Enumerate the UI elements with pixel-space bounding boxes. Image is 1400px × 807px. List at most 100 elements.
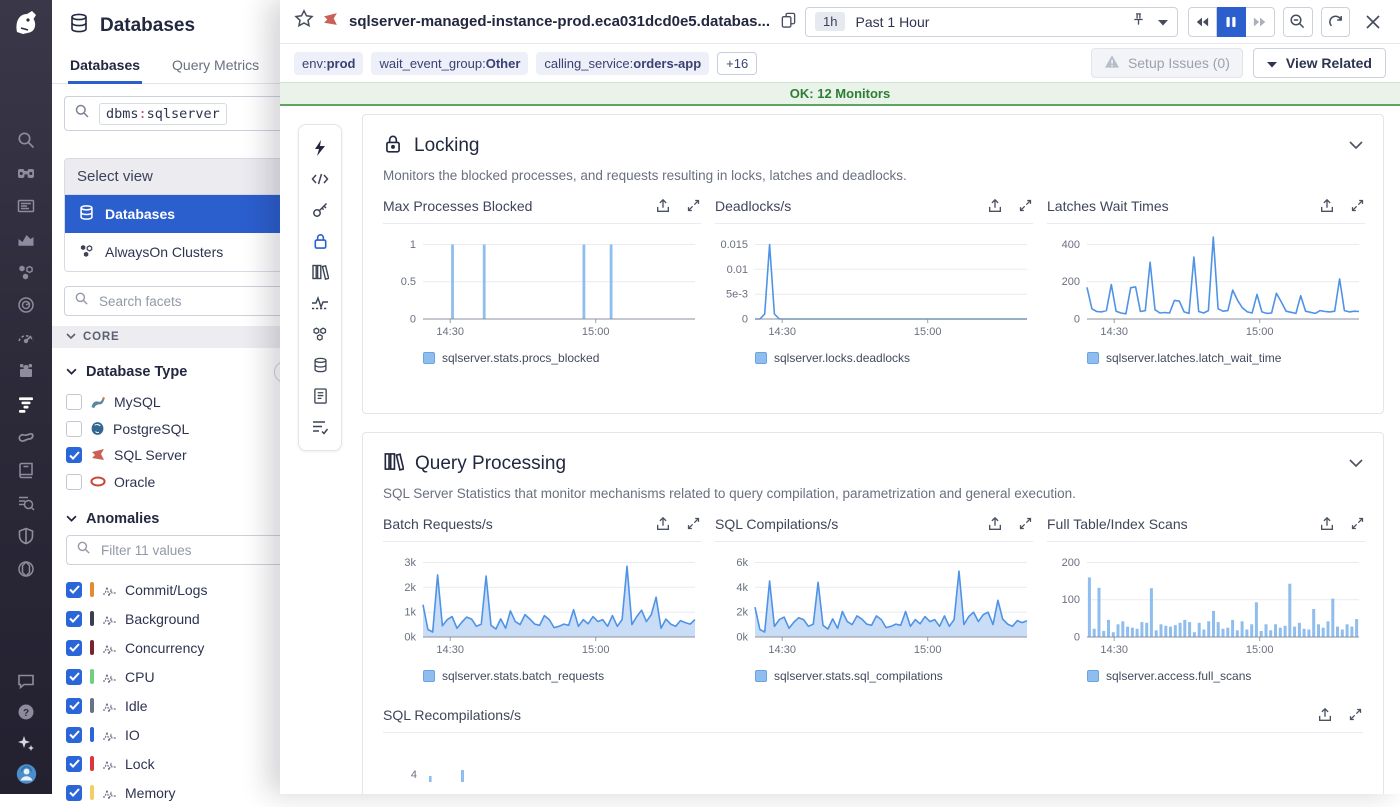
- view-related-button[interactable]: View Related: [1253, 48, 1386, 78]
- chart-legend[interactable]: sqlserver.stats.batch_requests: [423, 669, 701, 683]
- facet-option-postgresql[interactable]: PostgreSQL: [66, 416, 283, 443]
- facet-option-idle[interactable]: Idle: [66, 691, 283, 720]
- export-icon[interactable]: [987, 198, 1003, 214]
- monitors-status-banner[interactable]: OK: 12 Monitors: [280, 82, 1400, 106]
- facet-option-io[interactable]: IO: [66, 720, 283, 749]
- checkbox[interactable]: [66, 582, 82, 598]
- expand-icon[interactable]: [1018, 198, 1033, 214]
- refresh-icon[interactable]: [1321, 7, 1351, 37]
- view-option-alwayson-clusters[interactable]: AlwaysOn Clusters: [65, 233, 297, 271]
- datadog-logo-icon[interactable]: [11, 8, 41, 43]
- export-icon[interactable]: [1319, 516, 1335, 532]
- network-icon[interactable]: [16, 558, 37, 579]
- pause-button[interactable]: [1217, 7, 1246, 37]
- facet-option-memory[interactable]: Memory: [66, 778, 283, 807]
- checkbox[interactable]: [66, 785, 82, 801]
- database-icon[interactable]: [310, 355, 330, 375]
- library-icon[interactable]: [310, 262, 330, 282]
- synthetics-icon[interactable]: [16, 327, 37, 348]
- chart-plot[interactable]: 05e-30.010.01514:3015:00: [715, 227, 1033, 345]
- ci-icon[interactable]: [16, 294, 37, 315]
- facet-search-input[interactable]: [97, 293, 288, 310]
- code-icon[interactable]: [310, 169, 330, 189]
- metrics-icon[interactable]: [16, 228, 37, 249]
- checkbox[interactable]: [66, 756, 82, 772]
- copy-icon[interactable]: [780, 11, 797, 33]
- star-icon[interactable]: [294, 9, 314, 34]
- checkbox[interactable]: [66, 447, 82, 463]
- export-icon[interactable]: [655, 198, 671, 214]
- chart-plot[interactable]: 0k1k2k3k14:3015:00: [383, 545, 701, 663]
- more-tags-pill[interactable]: +16: [717, 52, 757, 75]
- chevron-down-icon[interactable]: [1349, 455, 1363, 473]
- export-icon[interactable]: [1319, 198, 1335, 214]
- facet-option-lock[interactable]: Lock: [66, 749, 283, 778]
- service-map-icon[interactable]: [16, 426, 37, 447]
- facet-option-oracle[interactable]: Oracle: [66, 469, 283, 496]
- export-icon[interactable]: [987, 516, 1003, 532]
- checkbox[interactable]: [66, 727, 82, 743]
- search-icon[interactable]: [16, 129, 37, 150]
- search-input[interactable]: dbms:sqlserver: [64, 96, 298, 131]
- tag-pill[interactable]: wait_event_group:Other: [371, 52, 528, 75]
- key-icon[interactable]: [310, 200, 330, 220]
- chart-legend[interactable]: sqlserver.latches.latch_wait_time: [1087, 351, 1365, 365]
- watchdog-icon[interactable]: [16, 162, 37, 183]
- facet-option-concurrency[interactable]: Concurrency: [66, 633, 283, 662]
- notebooks-icon[interactable]: [16, 459, 37, 480]
- facet-option-commit-logs[interactable]: Commit/Logs: [66, 575, 283, 604]
- zoom-out-button[interactable]: [1283, 7, 1313, 37]
- chart-plot-partial[interactable]: 4: [383, 736, 1365, 782]
- tab-query-metrics[interactable]: Query Metrics: [170, 49, 261, 83]
- checkbox[interactable]: [66, 611, 82, 627]
- expand-icon[interactable]: [686, 516, 701, 532]
- time-range-selector[interactable]: 1h Past 1 Hour: [805, 7, 1178, 37]
- chart-legend[interactable]: sqlserver.stats.procs_blocked: [423, 351, 701, 365]
- bolt-icon[interactable]: [310, 138, 330, 158]
- view-option-databases[interactable]: Databases: [65, 195, 297, 233]
- expand-icon[interactable]: [1350, 198, 1365, 214]
- facet-title-row[interactable]: Database Type: [66, 364, 283, 380]
- core-section-header[interactable]: CORE: [52, 326, 298, 348]
- activity-icon[interactable]: [310, 293, 330, 313]
- chart-plot[interactable]: 00.5114:3015:00: [383, 227, 701, 345]
- tag-pill[interactable]: calling_service:orders-app: [536, 52, 709, 75]
- databases-icon-active[interactable]: [16, 393, 37, 414]
- checkbox[interactable]: [66, 698, 82, 714]
- facet-option-sql-server[interactable]: SQL Server: [66, 442, 283, 469]
- checkbox[interactable]: [66, 474, 82, 490]
- pin-icon[interactable]: [1131, 11, 1146, 32]
- facet-title-row[interactable]: Anomalies: [66, 511, 283, 527]
- chart-plot[interactable]: 0k2k4k6k14:3015:00: [715, 545, 1033, 663]
- expand-icon[interactable]: [1018, 516, 1033, 532]
- checkbox[interactable]: [66, 421, 82, 437]
- facet-option-cpu[interactable]: CPU: [66, 662, 283, 691]
- help-icon[interactable]: ?: [16, 701, 37, 722]
- rewind-button[interactable]: [1188, 7, 1217, 37]
- setup-issues-button[interactable]: Setup Issues (0): [1091, 48, 1243, 78]
- facet-option-mysql[interactable]: MySQL: [66, 389, 283, 416]
- chevron-down-icon[interactable]: [1349, 137, 1363, 155]
- events-icon[interactable]: [16, 195, 37, 216]
- expand-icon[interactable]: [686, 198, 701, 214]
- whats-new-icon[interactable]: [16, 732, 37, 753]
- security-icon[interactable]: [16, 525, 37, 546]
- export-icon[interactable]: [655, 516, 671, 532]
- fast-forward-button[interactable]: [1246, 7, 1275, 37]
- expand-icon[interactable]: [1350, 516, 1365, 532]
- checkbox[interactable]: [66, 669, 82, 685]
- expand-icon[interactable]: [1348, 707, 1363, 723]
- close-icon[interactable]: [1360, 9, 1386, 35]
- user-avatar[interactable]: [16, 763, 37, 784]
- chart-legend[interactable]: sqlserver.stats.sql_compilations: [755, 669, 1033, 683]
- lock-icon[interactable]: [310, 231, 330, 251]
- caret-down-icon[interactable]: [1158, 13, 1168, 31]
- apm-icon[interactable]: [16, 261, 37, 282]
- document-icon[interactable]: [310, 386, 330, 406]
- export-icon[interactable]: [1317, 707, 1333, 723]
- tab-databases[interactable]: Databases: [68, 49, 142, 83]
- checkbox[interactable]: [66, 640, 82, 656]
- anomalies-filter-input[interactable]: [99, 542, 288, 559]
- facet-option-background[interactable]: Background: [66, 604, 283, 633]
- tag-pill[interactable]: env:prod: [294, 52, 363, 75]
